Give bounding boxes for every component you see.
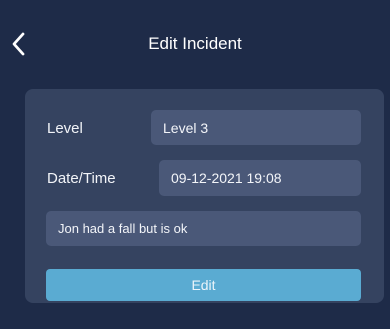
- datetime-field[interactable]: [159, 160, 361, 196]
- level-label: Level: [47, 120, 83, 137]
- incident-notes-field[interactable]: [46, 211, 361, 246]
- level-field[interactable]: [151, 110, 361, 145]
- page-title: Edit Incident: [148, 34, 242, 53]
- nav-bar: Edit Incident: [0, 0, 390, 80]
- edit-button[interactable]: Edit: [46, 269, 361, 301]
- incident-form-card: Level Date/Time Edit: [25, 89, 384, 303]
- datetime-label: Date/Time: [47, 170, 116, 187]
